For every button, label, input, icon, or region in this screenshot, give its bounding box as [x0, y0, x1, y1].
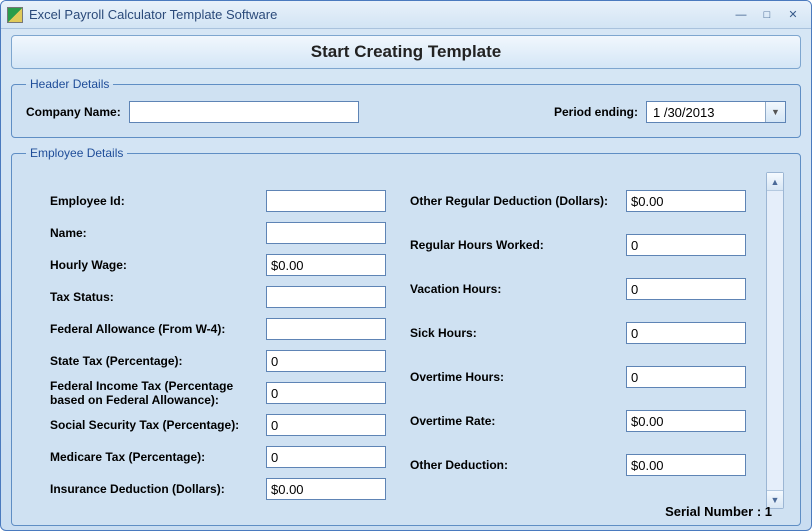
header-details-legend: Header Details — [26, 77, 113, 91]
employee-details-legend: Employee Details — [26, 146, 127, 160]
insurance-deduction-label: Insurance Deduction (Dollars): — [50, 482, 258, 496]
window-title: Excel Payroll Calculator Template Softwa… — [29, 7, 729, 22]
company-name-input[interactable] — [129, 101, 359, 123]
other-deduction-label: Other Deduction: — [410, 458, 618, 472]
employee-details-group: Employee Details Employee Id: Name: — [11, 146, 801, 526]
chevron-down-icon[interactable]: ▼ — [765, 102, 785, 122]
social-security-input[interactable] — [266, 414, 386, 436]
close-button[interactable]: ✕ — [781, 6, 805, 24]
name-label: Name: — [50, 226, 258, 240]
tax-status-label: Tax Status: — [50, 290, 258, 304]
scroll-track[interactable] — [767, 191, 783, 490]
company-name-label: Company Name: — [26, 105, 121, 119]
name-input[interactable] — [266, 222, 386, 244]
overtime-hours-label: Overtime Hours: — [410, 370, 618, 384]
serial-number-label: Serial Number : 1 — [665, 504, 772, 519]
period-ending-picker[interactable]: 1 /30/2013 ▼ — [646, 101, 786, 123]
period-ending-value: 1 /30/2013 — [647, 102, 765, 122]
employee-right-column: Other Regular Deduction (Dollars): Regul… — [410, 186, 746, 503]
hourly-wage-label: Hourly Wage: — [50, 258, 258, 272]
state-tax-label: State Tax (Percentage): — [50, 354, 258, 368]
regular-hours-input[interactable] — [626, 234, 746, 256]
medicare-label: Medicare Tax (Percentage): — [50, 450, 258, 464]
federal-income-tax-label: Federal Income Tax (Percentage based on … — [50, 379, 258, 408]
scroll-up-icon[interactable]: ▲ — [767, 173, 783, 191]
medicare-input[interactable] — [266, 446, 386, 468]
window-controls: — □ ✕ — [729, 6, 805, 24]
app-window: Excel Payroll Calculator Template Softwa… — [0, 0, 812, 531]
social-security-label: Social Security Tax (Percentage): — [50, 418, 258, 432]
sick-hours-input[interactable] — [626, 322, 746, 344]
maximize-button[interactable]: □ — [755, 6, 779, 24]
federal-income-tax-input[interactable] — [266, 382, 386, 404]
employee-id-input[interactable] — [266, 190, 386, 212]
other-regular-deduction-label: Other Regular Deduction (Dollars): — [410, 194, 618, 208]
overtime-rate-input[interactable] — [626, 410, 746, 432]
other-regular-deduction-input[interactable] — [626, 190, 746, 212]
overtime-rate-label: Overtime Rate: — [410, 414, 618, 428]
titlebar[interactable]: Excel Payroll Calculator Template Softwa… — [1, 1, 811, 29]
start-creating-template-button[interactable]: Start Creating Template — [11, 35, 801, 69]
vacation-hours-label: Vacation Hours: — [410, 282, 618, 296]
regular-hours-label: Regular Hours Worked: — [410, 238, 618, 252]
overtime-hours-input[interactable] — [626, 366, 746, 388]
vacation-hours-input[interactable] — [626, 278, 746, 300]
vertical-scrollbar[interactable]: ▲ ▼ — [766, 172, 784, 509]
tax-status-input[interactable] — [266, 286, 386, 308]
client-area: Start Creating Template Header Details C… — [1, 29, 811, 531]
period-ending-label: Period ending: — [554, 105, 638, 119]
app-icon — [7, 7, 23, 23]
sick-hours-label: Sick Hours: — [410, 326, 618, 340]
other-deduction-input[interactable] — [626, 454, 746, 476]
federal-allowance-input[interactable] — [266, 318, 386, 340]
federal-allowance-label: Federal Allowance (From W-4): — [50, 322, 258, 336]
hourly-wage-input[interactable] — [266, 254, 386, 276]
employee-left-column: Employee Id: Name: Hourly Wage: — [50, 186, 386, 503]
header-details-group: Header Details Company Name: Period endi… — [11, 77, 801, 138]
state-tax-input[interactable] — [266, 350, 386, 372]
minimize-button[interactable]: — — [729, 6, 753, 24]
insurance-deduction-input[interactable] — [266, 478, 386, 500]
employee-id-label: Employee Id: — [50, 194, 258, 208]
